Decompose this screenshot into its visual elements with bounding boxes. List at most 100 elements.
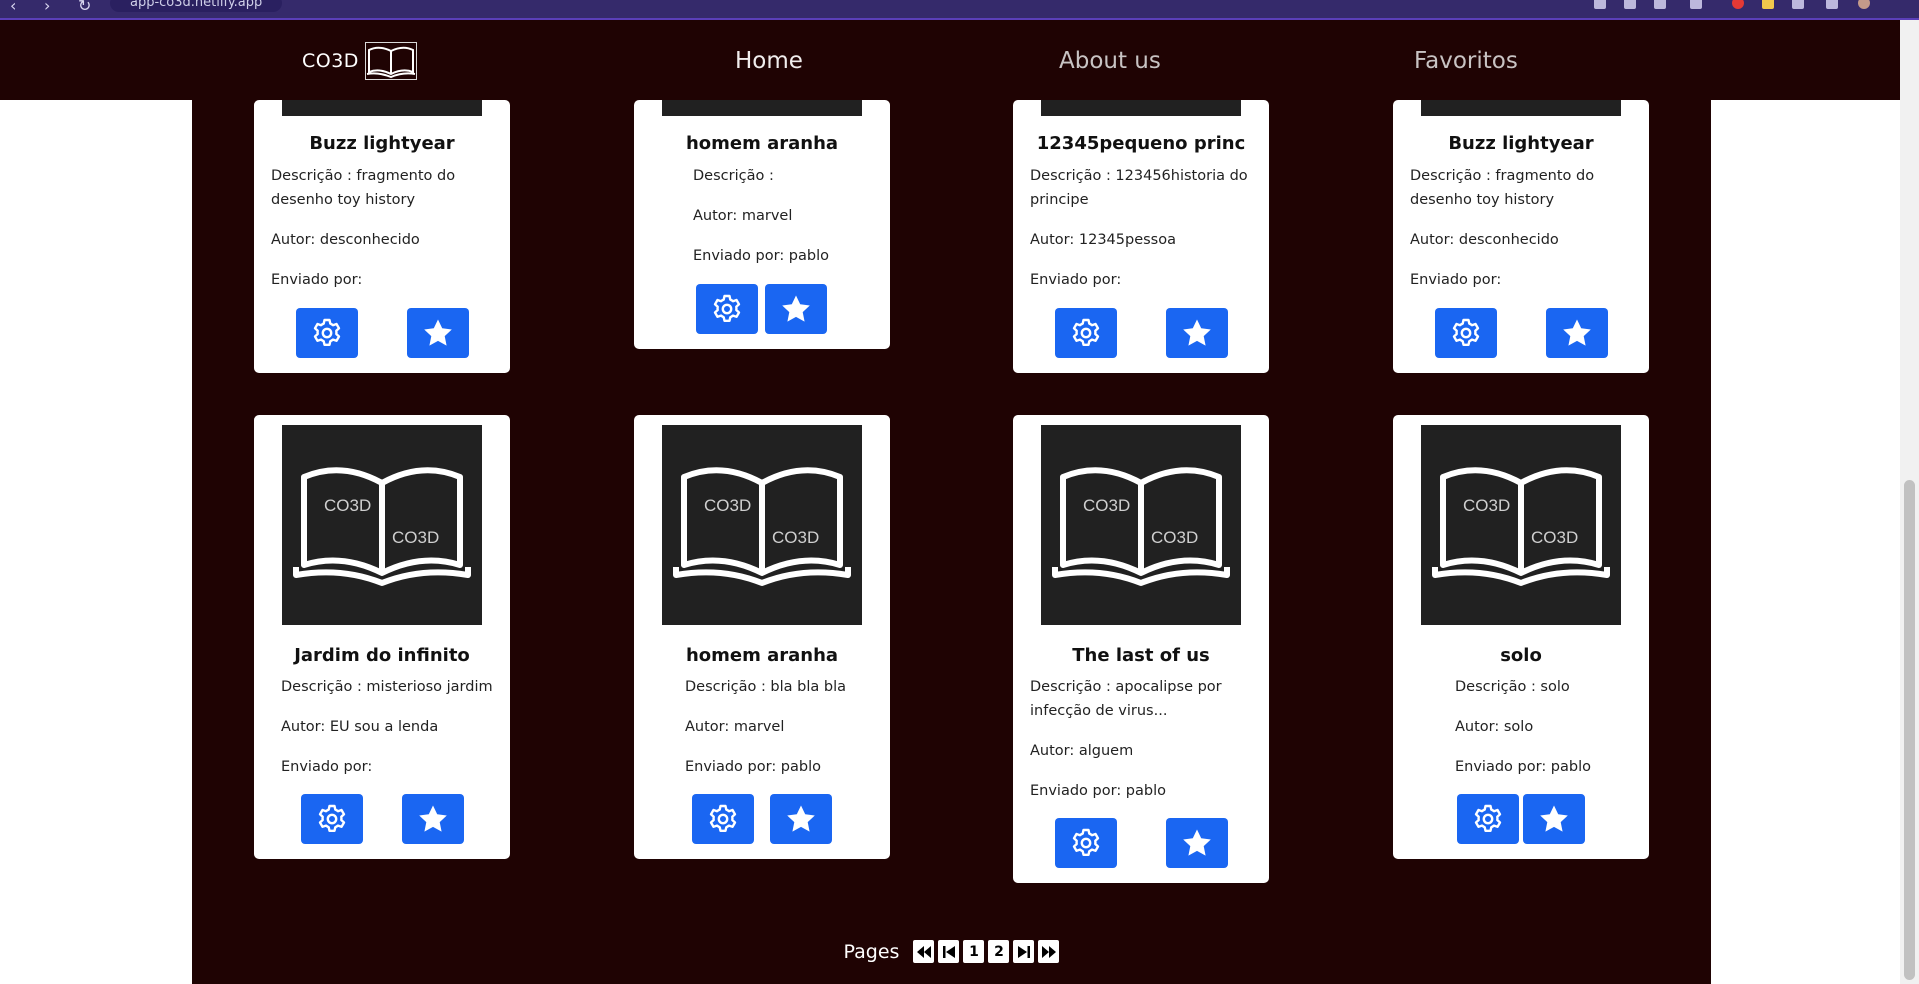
book-author: Autor: desconhecido <box>1410 232 1559 248</box>
book-author: Autor: alguem <box>1030 743 1134 759</box>
cover-label-left: CO3D <box>1463 496 1510 515</box>
extension-icon[interactable] <box>1594 0 1606 9</box>
extension-icon[interactable] <box>1732 0 1744 9</box>
first-page-button[interactable] <box>913 940 935 963</box>
favorite-button[interactable] <box>770 794 832 844</box>
open-book-icon: CO3D CO3D <box>1432 467 1610 586</box>
book-description: Descrição : fragmento do <box>271 168 456 184</box>
book-author: Autor: 12345pessoa <box>1030 232 1176 248</box>
book-title: The last of us <box>1072 645 1210 666</box>
favorite-button[interactable] <box>1166 308 1228 358</box>
book-cover <box>1041 100 1241 116</box>
star-icon <box>782 295 810 322</box>
book-cover: CO3D CO3D <box>662 425 862 625</box>
settings-button[interactable] <box>296 308 358 358</box>
nav-home[interactable]: Home <box>735 48 803 74</box>
favorite-button[interactable] <box>402 794 464 844</box>
page-scrollbar[interactable] <box>1900 20 1919 984</box>
book-cover: CO3D CO3D <box>1421 425 1621 625</box>
favorite-button[interactable] <box>1166 818 1228 868</box>
page-1-button[interactable]: 1 <box>963 940 985 963</box>
favorite-button[interactable] <box>765 284 827 334</box>
book-author: Autor: marvel <box>685 719 785 735</box>
book-title: solo <box>1500 645 1542 666</box>
profile-avatar[interactable] <box>1858 0 1870 9</box>
book-card: CO3D CO3D Jardim do infinito Descrição : … <box>254 415 510 859</box>
gear-icon <box>1072 318 1100 346</box>
favorite-button[interactable] <box>1546 308 1608 358</box>
book-cover <box>1421 100 1621 116</box>
pages-label: Pages <box>843 940 900 963</box>
book-description: Descrição : bla bla bla <box>685 679 847 695</box>
pagination: Pages 1 2 <box>192 940 1711 963</box>
book-sent-by: Enviado por: pablo <box>693 248 830 264</box>
nav-favoritos[interactable]: Favoritos <box>1414 48 1518 74</box>
book-description: Descrição : <box>693 168 774 184</box>
book-card: CO3D CO3D homem aranha Descrição : bla bl… <box>634 415 890 859</box>
gear-icon <box>318 804 346 832</box>
book-description: Descrição : misterioso jardim <box>281 679 493 695</box>
previous-page-button[interactable] <box>938 940 960 963</box>
cover-label-left: CO3D <box>1083 496 1130 515</box>
book-title: 12345pequeno princ <box>1036 133 1246 154</box>
book-cover: CO3D CO3D <box>1041 425 1241 625</box>
book-title: Jardim do infinito <box>294 645 470 666</box>
book-description: principe <box>1030 192 1089 208</box>
star-icon <box>787 805 815 832</box>
book-card: Buzz lightyear Descrição : fragmento do … <box>1393 100 1649 373</box>
extension-icon[interactable] <box>1624 0 1636 9</box>
cover-label-right: CO3D <box>772 528 819 547</box>
book-description: desenho toy history <box>1410 192 1555 208</box>
side-panel-icon[interactable] <box>1826 0 1838 9</box>
book-author: Autor: solo <box>1455 719 1534 735</box>
page-2-button[interactable]: 2 <box>988 940 1010 963</box>
book-description: Descrição : solo <box>1455 679 1570 695</box>
book-description: desenho toy history <box>271 192 416 208</box>
browser-toolbar: ‹ › ↻ app-co3d.netlify.app <box>0 0 1919 20</box>
cover-label-left: CO3D <box>324 496 371 515</box>
address-bar[interactable]: app-co3d.netlify.app <box>110 0 283 12</box>
open-book-icon: CO3D CO3D <box>1052 467 1230 586</box>
settings-button[interactable] <box>696 284 758 334</box>
book-description: Descrição : apocalipse por <box>1030 679 1222 695</box>
brand[interactable]: CO3D <box>302 42 417 80</box>
reload-icon[interactable]: ↻ <box>78 0 91 15</box>
star-icon <box>1183 829 1211 856</box>
book-sent-by: Enviado por: pablo <box>1455 759 1592 775</box>
extensions-puzzle-icon[interactable] <box>1792 0 1804 9</box>
forward-arrow-icon[interactable]: › <box>44 0 50 15</box>
skip-back-icon <box>942 945 955 958</box>
book-sent-by: Enviado por: pablo <box>685 759 822 775</box>
back-arrow-icon[interactable]: ‹ <box>10 0 16 15</box>
last-page-button[interactable] <box>1038 940 1060 963</box>
star-icon <box>424 319 452 346</box>
settings-button[interactable] <box>1457 794 1519 844</box>
book-title: Buzz lightyear <box>1448 133 1594 154</box>
double-chevron-left-icon <box>916 945 931 958</box>
extension-icon[interactable] <box>1762 0 1774 9</box>
scrollbar-thumb[interactable] <box>1904 480 1915 980</box>
star-icon <box>1183 319 1211 346</box>
gear-icon <box>709 804 737 832</box>
settings-button[interactable] <box>692 794 754 844</box>
extension-icon[interactable] <box>1654 0 1666 9</box>
settings-button[interactable] <box>1055 308 1117 358</box>
nav-about-us[interactable]: About us <box>1059 48 1161 74</box>
book-card: Buzz lightyear Descrição : fragmento do … <box>254 100 510 373</box>
favorite-button[interactable] <box>1523 794 1585 844</box>
next-page-button[interactable] <box>1013 940 1035 963</box>
settings-button[interactable] <box>1055 818 1117 868</box>
settings-button[interactable] <box>301 794 363 844</box>
book-grid: Buzz lightyear Descrição : fragmento do … <box>192 100 1711 984</box>
open-book-logo-icon <box>364 42 417 80</box>
star-icon <box>1540 805 1568 832</box>
book-author: Autor: desconhecido <box>271 232 420 248</box>
settings-button[interactable] <box>1435 308 1497 358</box>
book-sent-by: Enviado por: <box>1030 272 1122 288</box>
book-title: Buzz lightyear <box>309 133 455 154</box>
book-description: Descrição : 123456historia do <box>1030 168 1248 184</box>
cover-label-right: CO3D <box>392 528 439 547</box>
favorite-button[interactable] <box>407 308 469 358</box>
bookmark-star-icon[interactable] <box>1690 0 1702 9</box>
book-description: Descrição : fragmento do <box>1410 168 1595 184</box>
